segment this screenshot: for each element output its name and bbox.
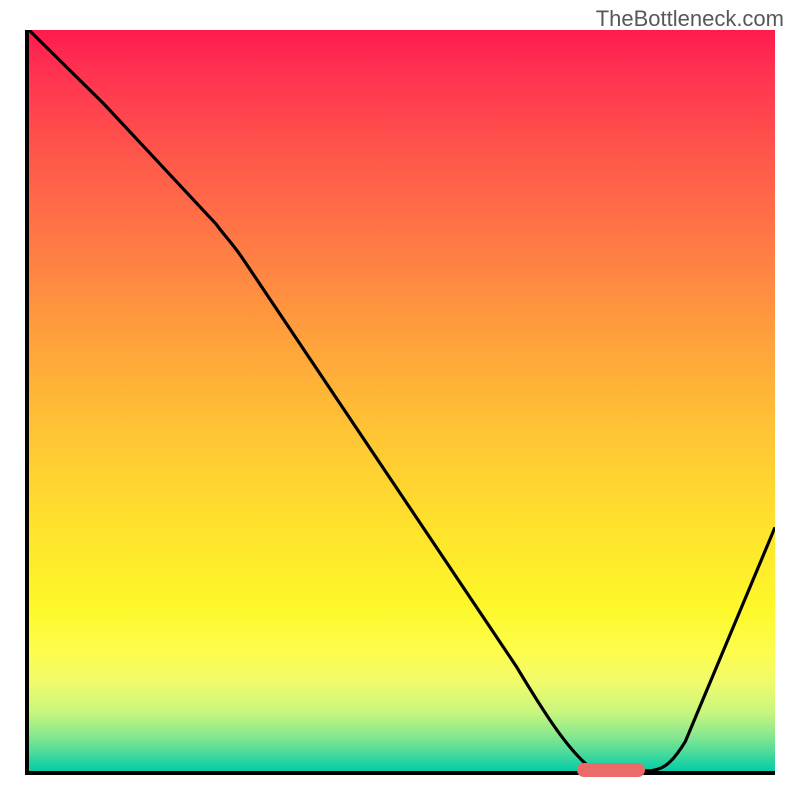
bottleneck-curve — [29, 30, 775, 771]
chart-plot-area — [25, 30, 775, 775]
watermark-text: TheBottleneck.com — [596, 6, 784, 32]
optimal-range-marker — [577, 763, 645, 777]
curve-path — [29, 30, 775, 771]
